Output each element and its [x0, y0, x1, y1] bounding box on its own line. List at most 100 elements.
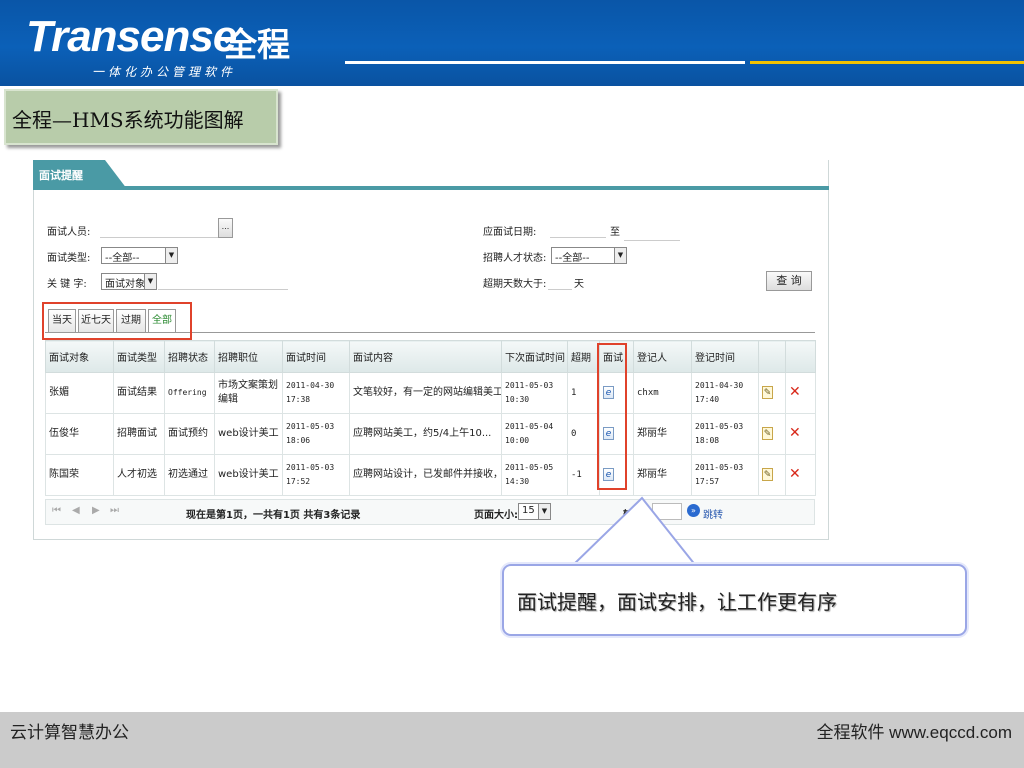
date-to-label: 至 — [610, 227, 620, 238]
cell-position: web设计美工 — [214, 454, 283, 496]
table-header-row: 面试对象 面试类型 招聘状态 招聘职位 面试时间 面试内容 下次面试时间 超期 … — [45, 340, 816, 373]
interview-table: 面试对象 面试类型 招聘状态 招聘职位 面试时间 面试内容 下次面试时间 超期 … — [45, 340, 816, 496]
delete-icon[interactable]: ✕ — [789, 384, 801, 400]
cell-type: 面试结果 — [113, 372, 165, 414]
cell-overdue: 1 — [567, 372, 600, 414]
interviewer-picker-button[interactable]: ... — [218, 218, 233, 238]
col-header[interactable]: 登记人 — [633, 340, 692, 373]
keyword-field-value: 面试对象 — [105, 279, 145, 290]
cell-next-time: 2011-05-03 10:30 — [501, 372, 568, 414]
table-row[interactable]: 张媚 面试结果 Offering 市场文案策划编辑 2011-04-30 17:… — [45, 372, 816, 414]
cell-delete[interactable]: ✕ — [785, 372, 816, 414]
query-button[interactable]: 查 询 — [766, 271, 812, 291]
edit-icon[interactable]: ✎ — [762, 468, 773, 481]
panel-top-bar — [33, 186, 829, 190]
page-summary: 现在是第1页，一共有1页 共有3条记录 — [186, 510, 361, 521]
chevron-down-icon: ▼ — [614, 248, 626, 263]
col-header[interactable]: 面试内容 — [349, 340, 502, 373]
overdue-days-input[interactable] — [548, 276, 572, 290]
jump-link[interactable]: 跳转 — [703, 506, 723, 521]
cell-content: 应聘网站美工，约5/4上午10... — [349, 413, 502, 455]
interviewer-input[interactable] — [100, 224, 218, 238]
cell-delete[interactable]: ✕ — [785, 413, 816, 455]
tabs-highlight-box — [42, 302, 192, 340]
next-page-icon[interactable]: ▶ — [92, 505, 100, 516]
cell-overdue: -1 — [567, 454, 600, 496]
col-header — [785, 340, 816, 373]
header-divider-yellow — [750, 61, 1024, 64]
cell-edit[interactable]: ✎ — [758, 372, 786, 414]
goto-page-input[interactable] — [652, 503, 682, 520]
interview-date-label: 应面试日期: — [483, 227, 537, 238]
page-size-select[interactable]: 15 ▼ — [518, 503, 551, 520]
edit-icon[interactable]: ✎ — [762, 386, 773, 399]
cell-time: 2011-05-03 18:06 — [282, 413, 350, 455]
logo-subtitle: 一体化办公管理软件 — [92, 65, 237, 79]
overdue-days-unit: 天 — [574, 279, 584, 290]
cell-status: Offering — [164, 372, 215, 414]
pagination-bar: ⏮ ◀ ▶ ⏭ 现在是第1页，一共有1页 共有3条记录 页面大小: 15 ▼ 转到… — [45, 499, 815, 525]
cell-content: 文笔较好，有一定的网站编辑美工... — [349, 372, 502, 414]
cell-delete[interactable]: ✕ — [785, 454, 816, 496]
header-divider-white — [345, 61, 745, 64]
table-row[interactable]: 陈国荣 人才初选 初选通过 web设计美工 2011-05-03 17:52 应… — [45, 454, 816, 496]
col-header[interactable]: 招聘职位 — [214, 340, 283, 373]
delete-icon[interactable]: ✕ — [789, 466, 801, 482]
date-to-input[interactable] — [624, 227, 680, 241]
cell-registrar: chxm — [633, 372, 692, 414]
overdue-days-label: 超期天数大于: — [483, 279, 547, 290]
keyword-input[interactable] — [158, 276, 288, 290]
interview-column-highlight — [597, 343, 627, 490]
logo-text: Transense — [26, 12, 237, 61]
header-banner: Transense 全程 一体化办公管理软件 — [0, 0, 1024, 86]
cell-overdue: 0 — [567, 413, 600, 455]
col-header[interactable]: 下次面试时间 — [501, 340, 568, 373]
date-from-input[interactable] — [550, 224, 606, 238]
cell-status: 初选通过 — [164, 454, 215, 496]
cell-type: 招聘面试 — [113, 413, 165, 455]
cell-name: 张媚 — [45, 372, 114, 414]
cell-content: 应聘网站设计，已发邮件并接收，... — [349, 454, 502, 496]
footer-brand: 全程软件 www.eqccd.com — [816, 723, 1012, 742]
interview-type-label: 面试类型: — [47, 253, 91, 264]
chevron-down-icon: ▼ — [538, 504, 550, 519]
cell-reg-time: 2011-05-03 18:08 — [691, 413, 759, 455]
cell-next-time: 2011-05-05 14:30 — [501, 454, 568, 496]
table-row[interactable]: 伍俊华 招聘面试 面试预约 web设计美工 2011-05-03 18:06 应… — [45, 413, 816, 455]
last-page-icon[interactable]: ⏭ — [110, 505, 119, 516]
talent-status-select[interactable]: --全部-- ▼ — [551, 247, 627, 264]
col-header[interactable]: 面试类型 — [113, 340, 165, 373]
go-icon[interactable]: » — [687, 504, 700, 517]
col-header[interactable]: 面试对象 — [45, 340, 114, 373]
cell-next-time: 2011-05-04 10:00 — [501, 413, 568, 455]
col-header[interactable]: 面试时间 — [282, 340, 350, 373]
panel-tab-corner — [105, 160, 127, 189]
cell-reg-time: 2011-04-30 17:40 — [691, 372, 759, 414]
col-header[interactable]: 招聘状态 — [164, 340, 215, 373]
chevron-down-icon: ▼ — [144, 274, 156, 289]
cell-edit[interactable]: ✎ — [758, 454, 786, 496]
slide-title: 全程—HMS系统功能图解 — [4, 89, 278, 145]
cell-name: 伍俊华 — [45, 413, 114, 455]
edit-icon[interactable]: ✎ — [762, 427, 773, 440]
col-header[interactable]: 登记时间 — [691, 340, 759, 373]
cell-time: 2011-04-30 17:38 — [282, 372, 350, 414]
col-header — [758, 340, 786, 373]
cell-position: 市场文案策划编辑 — [214, 372, 283, 414]
page-size-label: 页面大小: — [474, 510, 518, 521]
chevron-down-icon: ▼ — [165, 248, 177, 263]
interview-type-select[interactable]: --全部-- ▼ — [101, 247, 178, 264]
cell-status: 面试预约 — [164, 413, 215, 455]
cell-edit[interactable]: ✎ — [758, 413, 786, 455]
callout-box: 面试提醒，面试安排，让工作更有序 — [502, 564, 967, 636]
goto-label: 转到: — [623, 510, 647, 521]
delete-icon[interactable]: ✕ — [789, 425, 801, 441]
interview-type-value: --全部-- — [105, 253, 140, 264]
col-header[interactable]: 超期 — [567, 340, 600, 373]
keyword-field-select[interactable]: 面试对象 ▼ — [101, 273, 157, 290]
panel-tab[interactable]: 面试提醒 — [33, 160, 105, 189]
first-page-icon[interactable]: ⏮ — [52, 505, 61, 516]
keyword-label: 关 键 字: — [47, 279, 87, 290]
prev-page-icon[interactable]: ◀ — [72, 505, 80, 516]
cell-reg-time: 2011-05-03 17:57 — [691, 454, 759, 496]
